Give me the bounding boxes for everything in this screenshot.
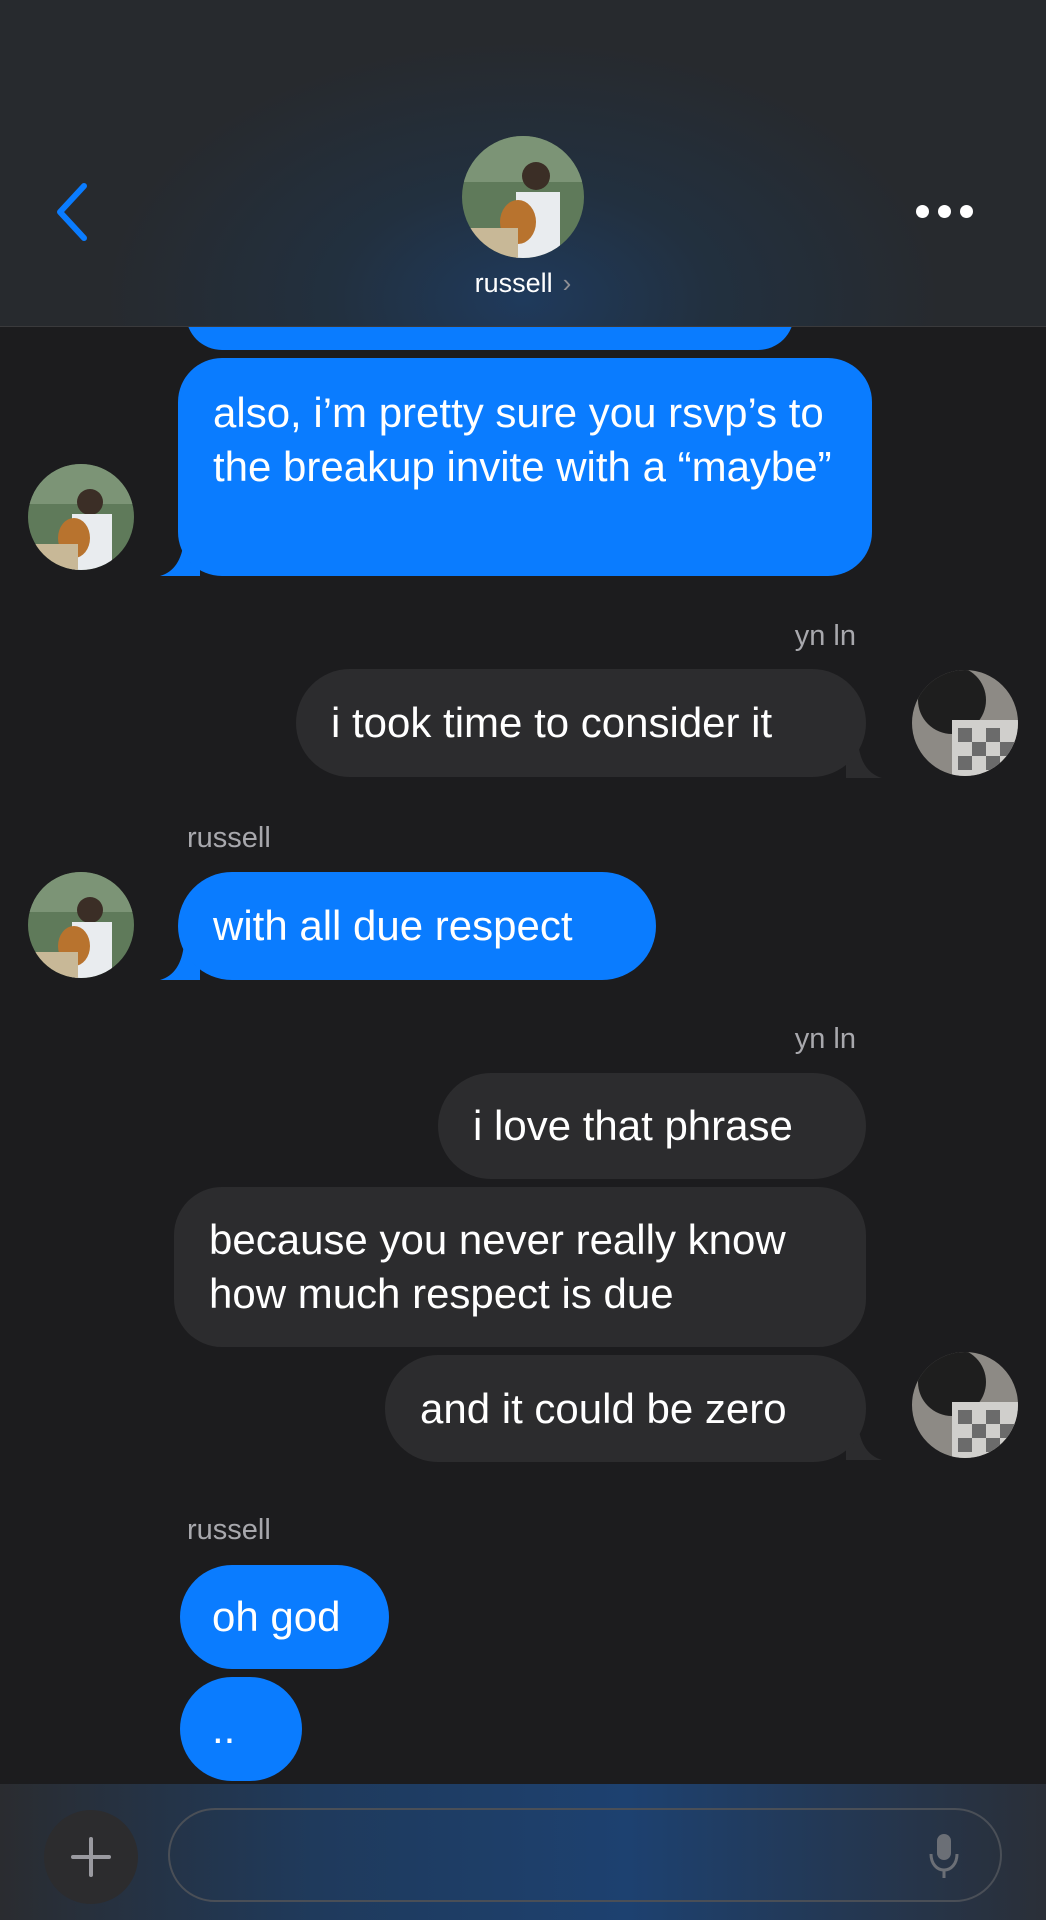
sender-label: yn ln [794,620,856,652]
contact-avatar[interactable] [28,872,134,978]
chevron-right-icon: › [562,268,572,298]
sender-label: russell [187,1514,271,1546]
message-text: also, i’m pretty sure you rsvp’s to the … [213,389,832,490]
message-bubble[interactable]: also, i’m pretty sure you rsvp’s to the … [178,358,872,576]
user-avatar[interactable] [912,1352,1018,1458]
message-input[interactable] [168,1808,1002,1902]
contact-name-button[interactable]: russell › [0,268,1046,299]
ellipsis-icon [916,205,929,218]
contact-avatar[interactable] [28,464,134,570]
plus-icon [71,1837,111,1877]
contact-avatar[interactable] [462,136,584,258]
message-bubble[interactable]: i love that phrase [438,1073,866,1179]
message-text: i love that phrase [473,1102,793,1149]
sender-label: yn ln [794,1023,856,1055]
add-attachment-button[interactable] [44,1810,138,1904]
ellipsis-dot [960,205,973,218]
message-text: with all due respect [213,902,573,949]
more-options-button[interactable] [910,190,980,230]
input-bar [0,1784,1046,1920]
contact-name: russell [474,268,553,298]
back-button[interactable] [50,180,100,244]
message-bubble[interactable]: oh god [180,1565,389,1669]
message-text: oh god [212,1593,341,1640]
microphone-icon[interactable] [928,1832,960,1880]
conversation-header: russell › [0,0,1046,327]
message-text: i took time to consider it [331,699,773,746]
message-text: and it could be zero [420,1385,787,1432]
message-bubble[interactable]: i took time to consider it [296,669,866,777]
ellipsis-dot [938,205,951,218]
message-bubble[interactable]: .. [180,1677,302,1781]
chevron-left-icon [57,183,87,241]
message-text: because you never really know how much r… [209,1216,786,1317]
message-bubble[interactable]: with all due respect [178,872,656,980]
user-avatar[interactable] [912,670,1018,776]
message-text: .. [212,1705,236,1752]
message-bubble[interactable]: because you never really know how much r… [174,1187,866,1347]
sender-label: russell [187,822,271,854]
message-bubble[interactable]: and it could be zero [385,1355,866,1462]
